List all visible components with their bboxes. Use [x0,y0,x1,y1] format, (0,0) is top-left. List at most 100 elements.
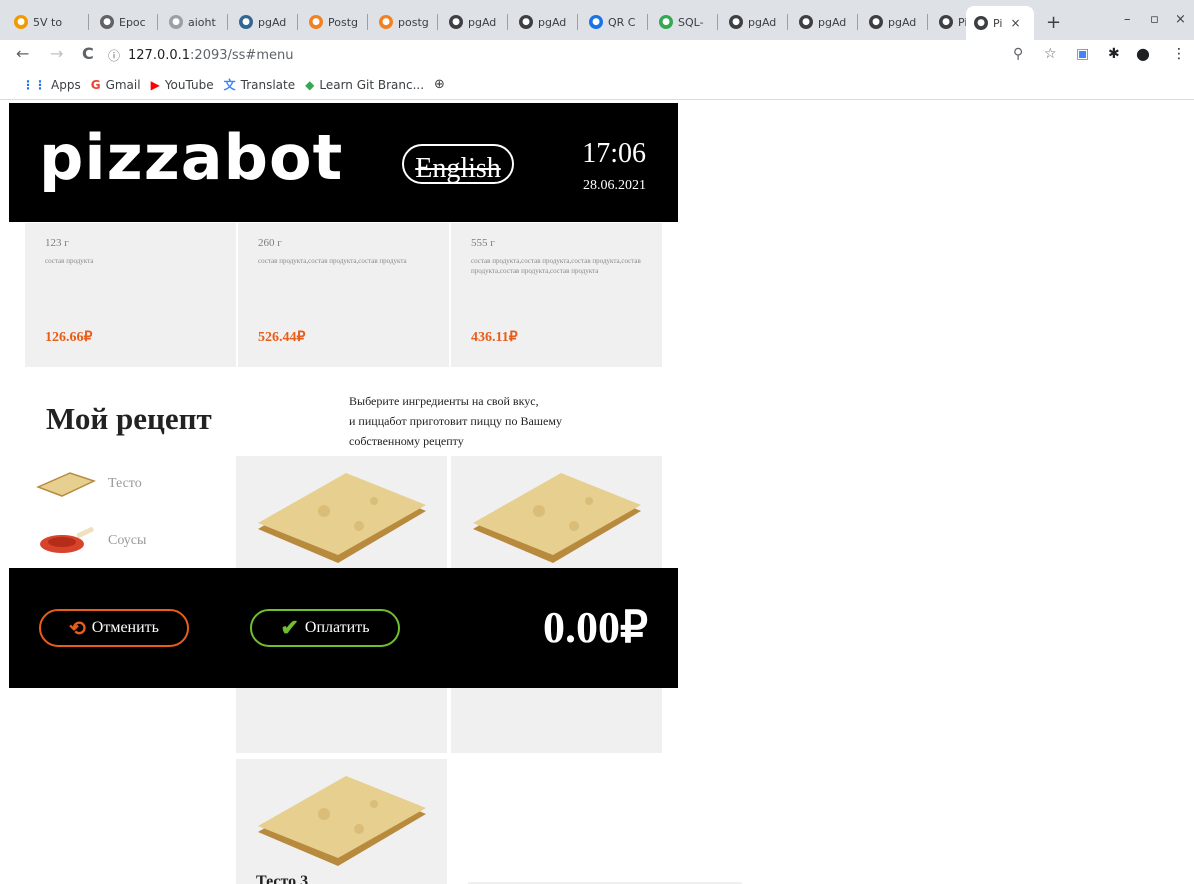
forward-arrow-icon[interactable]: → [50,44,63,63]
tab-label: Pi [993,16,1003,30]
recipe-hint-line: Выберите ингредиенты на свой вкус, [349,394,539,408]
profile-avatar-icon[interactable]: ● [1136,44,1150,63]
recipe-hint-line: и пиццабот приготовит пиццу по Вашему [349,414,562,428]
browser-tab[interactable]: ● Epoc [92,10,156,34]
product-description: состав продукта,состав продукта,состав п… [258,257,407,265]
dough-base-image [473,473,641,563]
bookmarks-bar: ⋮⋮ Apps G Gmail ▶ YouTube 文 Translate ◆ Learn Git… [0,70,1194,100]
tab-active[interactable]: ● Pi × [966,6,1034,40]
translate-extension-icon[interactable]: ▣ [1076,46,1089,62]
tab-separator [717,14,718,30]
globe-icon: ● [799,15,813,29]
maximize-button[interactable]: ▫ [1150,12,1159,27]
tab-separator [157,14,158,30]
browser-tab[interactable]: ● pgAd [861,10,925,34]
browser-tab[interactable]: ● aioht [161,10,225,34]
cancel-label: Отменить [91,619,159,636]
globe-icon: ● [939,15,953,29]
bookmark-item[interactable]: ⋮⋮ Apps [22,78,81,92]
product-weight: 555 г [471,237,495,249]
bookmark-item[interactable]: ◆ Learn Git Branc... [305,78,424,92]
tab-label: pgAd [748,15,777,29]
clock-icon: ● [100,15,114,29]
product-price: 126.66₽ [45,330,93,345]
browser-tab[interactable]: ● pgAd [721,10,785,34]
tab-label: pgAd [538,15,567,29]
zoom-icon[interactable]: ⚲ [1013,46,1023,62]
browser-tab[interactable]: ● postg [371,10,435,34]
bookmark-star-icon[interactable]: ☆ [1044,46,1057,62]
translate-icon: 文 [223,78,236,92]
site-info-icon[interactable]: ⓘ [108,47,120,64]
apps-icon: ⋮⋮ [22,77,46,92]
browser-tab[interactable]: ● pgAd [231,10,295,34]
reload-icon[interactable]: C [82,44,94,63]
bookmark-item[interactable]: ▶ YouTube [151,78,214,92]
globe-icon: ● [869,15,883,29]
flame-icon: ● [14,15,28,29]
browser-tab[interactable]: ● pgAd [441,10,505,34]
product-weight: 260 г [258,237,282,249]
pay-button[interactable]: ✔ Оплатить [250,609,400,647]
minimize-button[interactable]: – [1124,12,1131,27]
product-weight: 123 г [45,237,69,249]
back-arrow-icon[interactable]: ← [16,44,29,63]
stack-icon: ● [309,15,323,29]
pay-label: Оплатить [304,619,370,636]
order-total: 0.00₽ [543,603,648,652]
undo-icon: ⟲ [69,617,86,640]
pizzabot-page: 123 г состав продукта 126.66₽ 260 г сост… [0,101,1194,884]
globe-icon[interactable]: ⊕ [434,77,445,92]
product-card[interactable]: 555 г состав продукта,состав продукта,со… [451,223,662,367]
stack-icon: ● [379,15,393,29]
tab-label: 5V to [33,15,63,29]
cube-icon: ● [169,15,183,29]
tab-close-icon[interactable]: × [1010,16,1020,30]
ingredient-tile[interactable] [236,759,447,884]
bookmark-label: Apps [51,77,81,92]
google-icon: G [90,77,101,92]
browser-tab-strip: ● 5V to ● Epoc ● aioht ● pgAd ● Postg ● postg ● pgAd ●… [0,0,1194,40]
browser-tab[interactable]: ● pgAd [511,10,575,34]
browser-tab[interactable]: ● 5V to [6,10,70,34]
pizzabot-logo: pizzabot [39,121,344,194]
language-button[interactable]: English [402,144,514,184]
clock-date: 28.06.2021 [583,178,646,193]
category-sauces[interactable]: Соусы [36,526,146,556]
browser-tab[interactable]: ● QR C [581,10,645,34]
close-window-button[interactable]: × [1175,12,1186,27]
tab-label: pgAd [818,15,847,29]
recipe-title: Мой рецепт [46,401,212,436]
category-dough[interactable]: Тесто [36,469,142,499]
browser-tab[interactable]: ● Postg [301,10,365,34]
dough-icon [36,472,96,497]
tab-label: pgAd [888,15,917,29]
product-price: 436.11₽ [471,330,518,345]
bookmark-item[interactable]: G Gmail [91,78,141,92]
menu-kebab-icon[interactable]: ⋮ [1172,46,1186,62]
address-bar[interactable]: ⓘ 127.0.0.1:2093/ss#menu [108,42,1008,68]
browser-tab[interactable]: ● SQL- [651,10,715,34]
recipe-hint-line: собственному рецепту [349,434,464,448]
globe-icon: ● [729,15,743,29]
recipe-hint: Выберите ингредиенты на свой вкус, и пиц… [349,391,589,451]
tab-separator [297,14,298,30]
new-tab-button[interactable]: + [1046,12,1061,33]
bookmark-label: Translate [240,77,296,92]
bookmark-item[interactable]: 文 Translate [224,76,296,93]
tab-label: QR C [608,15,636,29]
sauce-icon [40,527,94,553]
product-card[interactable]: 260 г состав продукта,состав продукта,со… [238,223,449,367]
tab-separator [787,14,788,30]
browser-tab[interactable]: ● pgAd [791,10,855,34]
cancel-button[interactable]: ⟲ Отменить [39,609,189,647]
tab-separator [647,14,648,30]
product-card[interactable]: 123 г состав продукта 126.66₽ [25,223,236,367]
category-label: Соусы [108,533,147,548]
qr-icon: ● [589,15,603,29]
extensions-puzzle-icon[interactable]: ✱ [1108,46,1120,62]
url-host: 127.0.0.1 [128,47,191,63]
globe-icon: ● [974,16,988,30]
git-icon: ◆ [305,77,315,92]
checkout-bar: ⟲ Отменить ✔ Оплатить 0.00₽ [9,568,678,688]
